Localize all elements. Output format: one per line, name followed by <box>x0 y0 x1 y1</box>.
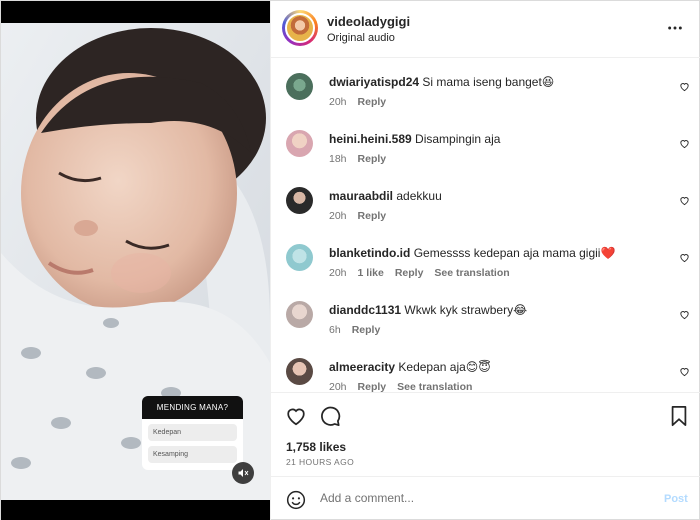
more-options-button[interactable] <box>667 20 683 41</box>
poll-option-kesamping[interactable]: Kesamping <box>148 446 237 463</box>
comment-text: adekkuu <box>396 189 442 203</box>
comment-text: Si mama iseng banget😆 <box>422 75 555 89</box>
mute-button[interactable] <box>232 462 254 484</box>
comment-time[interactable]: 18h <box>329 153 347 165</box>
post-actions: 1,758 likes 21 HOURS AGO <box>271 392 700 476</box>
comment-text: Disampingin aja <box>415 132 501 146</box>
author-avatar[interactable] <box>282 10 318 46</box>
comment-time[interactable]: 6h <box>329 324 341 336</box>
comment-time[interactable]: 20h <box>329 267 347 279</box>
commenter-avatar[interactable] <box>286 130 313 157</box>
comment-item: blanketindo.id Gemessss kedepan aja mama… <box>271 229 700 286</box>
mute-icon <box>238 469 249 477</box>
heart-icon[interactable] <box>679 252 690 263</box>
bookmark-icon[interactable] <box>669 405 689 427</box>
comment-username[interactable]: dwiariyatispd24 <box>329 75 419 89</box>
see-translation-link[interactable]: See translation <box>434 267 509 279</box>
audio-label[interactable]: Original audio <box>327 32 395 44</box>
comment-composer: Add a comment... Post <box>271 476 700 520</box>
comment-text: Wkwk kyk strawbery😂 <box>404 303 528 317</box>
reply-button[interactable]: Reply <box>358 210 387 222</box>
commenter-avatar[interactable] <box>286 301 313 328</box>
post-sidebar: videoladygigi Original audio dwiariyatis… <box>270 1 700 520</box>
comment-like-count[interactable]: 1 like <box>358 267 384 279</box>
reply-button[interactable]: Reply <box>395 267 424 279</box>
poll-sticker: MENDING MANA? Kedepan Kesamping <box>142 396 243 470</box>
comment-item: heini.heini.589 Disampingin aja 18h Reply <box>271 115 700 172</box>
author-username[interactable]: videoladygigi <box>327 14 410 29</box>
comment-username[interactable]: blanketindo.id <box>329 246 410 260</box>
comment-text: Kedepan aja😊😇 <box>398 360 491 374</box>
heart-icon[interactable] <box>679 81 690 92</box>
poll-question: MENDING MANA? <box>142 396 243 419</box>
reply-button[interactable]: Reply <box>358 153 387 165</box>
commenter-avatar[interactable] <box>286 244 313 271</box>
see-translation-link[interactable]: See translation <box>397 381 472 392</box>
post-header: videoladygigi Original audio <box>271 1 700 58</box>
commenter-avatar[interactable] <box>286 358 313 385</box>
likes-count[interactable]: 1,758 likes <box>286 440 346 454</box>
comment-time[interactable]: 20h <box>329 381 347 392</box>
reply-button[interactable]: Reply <box>352 324 381 336</box>
comment-username[interactable]: mauraabdil <box>329 189 393 203</box>
heart-icon[interactable] <box>679 195 690 206</box>
reply-button[interactable]: Reply <box>358 381 387 392</box>
comment-item: almeeracity Kedepan aja😊😇 20h Reply See tr… <box>271 343 700 392</box>
more-icon <box>668 26 682 30</box>
comment-time[interactable]: 20h <box>329 96 347 108</box>
emoji-icon[interactable] <box>286 490 306 510</box>
heart-icon[interactable] <box>679 138 690 149</box>
post-timestamp[interactable]: 21 HOURS AGO <box>286 457 354 467</box>
heart-icon[interactable] <box>679 366 690 377</box>
like-heart-icon[interactable] <box>285 405 307 427</box>
comment-icon[interactable] <box>319 405 341 427</box>
reply-button[interactable]: Reply <box>358 96 387 108</box>
comment-text: Gemessss kedepan aja mama gigii❤️ <box>413 246 616 260</box>
comment-username[interactable]: almeeracity <box>329 360 395 374</box>
instagram-post-modal: MENDING MANA? Kedepan Kesamping videolad… <box>0 0 700 520</box>
commenter-avatar[interactable] <box>286 73 313 100</box>
media-pane: MENDING MANA? Kedepan Kesamping <box>1 1 270 520</box>
comment-input[interactable]: Add a comment... <box>320 491 414 505</box>
comment-username[interactable]: dianddc1131 <box>329 303 401 317</box>
heart-icon[interactable] <box>679 309 690 320</box>
comment-item: mauraabdil adekkuu 20h Reply <box>271 172 700 229</box>
comment-username[interactable]: heini.heini.589 <box>329 132 412 146</box>
commenter-avatar[interactable] <box>286 187 313 214</box>
post-comment-button[interactable]: Post <box>664 493 688 505</box>
comment-time[interactable]: 20h <box>329 210 347 222</box>
poll-option-kedepan[interactable]: Kedepan <box>148 424 237 441</box>
comments-list[interactable]: dwiariyatispd24 Si mama iseng banget😆 20… <box>271 58 700 392</box>
comment-item: dianddc1131 Wkwk kyk strawbery😂 6h Reply <box>271 286 700 343</box>
comment-item: dwiariyatispd24 Si mama iseng banget😆 20… <box>271 58 700 115</box>
poll-options: Kedepan Kesamping <box>142 419 243 470</box>
